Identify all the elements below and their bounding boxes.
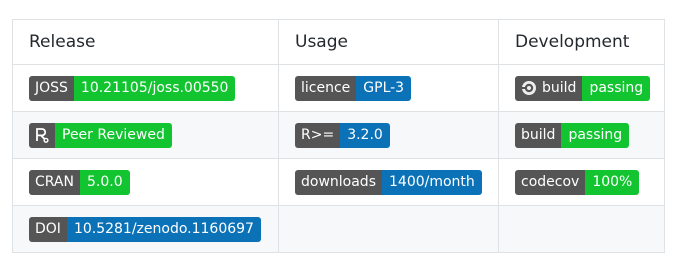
table-cell: DOI 10.5281/zenodo.1160697: [12, 205, 279, 253]
table-cell: CRAN 5.0.0: [12, 158, 279, 206]
circleci-build-badge[interactable]: build passing: [515, 75, 651, 101]
header-usage: Usage: [278, 19, 499, 65]
table-cell: codecov 100%: [498, 158, 665, 206]
r-version-badge[interactable]: R>= 3.2.0: [295, 122, 390, 148]
table-row: CRAN 5.0.0 downloads 1400/month codecov …: [12, 158, 665, 206]
badge-label-group: build: [515, 75, 583, 101]
empty-cell: [498, 205, 665, 253]
badge-label: downloads: [295, 169, 382, 195]
badge-label: build: [542, 79, 577, 96]
ropensci-icon: [36, 128, 49, 143]
badge-value: 3.2.0: [340, 122, 390, 148]
peer-reviewed-badge[interactable]: Peer Reviewed: [29, 122, 172, 148]
badge-value: passing: [561, 122, 630, 148]
licence-badge[interactable]: licence GPL-3: [295, 75, 412, 101]
doi-badge[interactable]: DOI 10.5281/zenodo.1160697: [29, 216, 261, 242]
badge-label: R>=: [295, 122, 341, 148]
joss-badge[interactable]: JOSS 10.21105/joss.00550: [29, 75, 236, 101]
badge-label: codecov: [515, 169, 586, 195]
badge-value: Peer Reviewed: [55, 122, 172, 148]
badge-value: GPL-3: [356, 75, 412, 101]
circleci-icon: [521, 81, 536, 95]
badge-value: passing: [582, 75, 651, 101]
build-badge[interactable]: build passing: [515, 122, 630, 148]
table-cell: JOSS 10.21105/joss.00550: [12, 64, 279, 112]
table-cell: Peer Reviewed: [12, 111, 279, 159]
badge-value: 10.5281/zenodo.1160697: [66, 216, 261, 242]
table-cell: build passing: [498, 111, 665, 159]
table-row: JOSS 10.21105/joss.00550 licence GPL-3 b…: [12, 64, 665, 112]
empty-cell: [278, 205, 499, 253]
badge-value: 1400/month: [382, 169, 482, 195]
codecov-badge[interactable]: codecov 100%: [515, 169, 640, 195]
header-release: Release: [12, 19, 279, 65]
badge-value: 10.21105/joss.00550: [73, 75, 236, 101]
downloads-badge[interactable]: downloads 1400/month: [295, 169, 482, 195]
table-cell: licence GPL-3: [278, 64, 499, 112]
badges-table: Release Usage Development JOSS 10.21105/…: [12, 19, 665, 253]
badge-label: build: [515, 122, 562, 148]
cran-badge[interactable]: CRAN 5.0.0: [29, 169, 130, 195]
table-cell: build passing: [498, 64, 665, 112]
badge-label: CRAN: [29, 169, 80, 195]
badge-label: DOI: [29, 216, 67, 242]
badge-icon-box: [29, 122, 55, 148]
table-row: DOI 10.5281/zenodo.1160697: [12, 205, 665, 253]
table-row: Peer Reviewed R>= 3.2.0 build passing: [12, 111, 665, 159]
header-development: Development: [498, 19, 665, 65]
badge-label: JOSS: [29, 75, 74, 101]
badge-label: licence: [295, 75, 357, 101]
table-cell: downloads 1400/month: [278, 158, 499, 206]
header-row: Release Usage Development: [12, 19, 665, 65]
badge-value: 100%: [585, 169, 640, 195]
badge-value: 5.0.0: [80, 169, 130, 195]
table-cell: R>= 3.2.0: [278, 111, 499, 159]
